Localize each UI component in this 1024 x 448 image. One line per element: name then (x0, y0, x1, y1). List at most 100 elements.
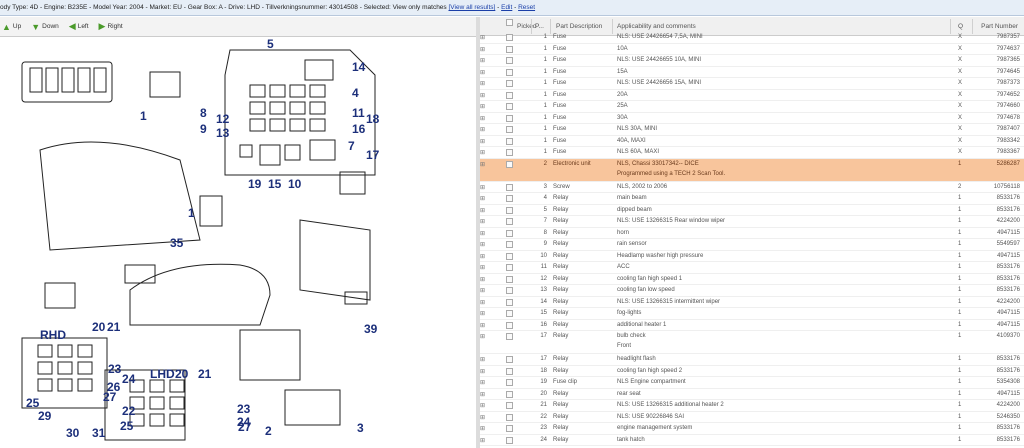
picked-checkbox[interactable] (506, 275, 513, 283)
table-row[interactable]: ⊞ 1 Fuse 20A X 7974652 (480, 90, 1024, 101)
expand-icon[interactable]: ⊞ (480, 368, 487, 375)
expand-icon[interactable]: ⊞ (480, 218, 487, 225)
view-all-results-link[interactable]: [View all results] (448, 4, 495, 11)
callout-label[interactable]: RHD (40, 328, 66, 342)
picked-checkbox[interactable] (506, 413, 513, 421)
picked-checkbox[interactable] (506, 321, 513, 329)
table-row[interactable]: ⊞ 3 Screw NLS, 2002 to 2006 2 10756118 (480, 182, 1024, 193)
right-button[interactable]: ▶ Right (99, 21, 123, 32)
callout-label[interactable]: LHD (150, 367, 175, 381)
table-row[interactable]: ⊞ 1 Fuse NLS 60A, MAXI X 7983367 (480, 147, 1024, 159)
picked-checkbox[interactable] (506, 390, 513, 398)
table-row[interactable]: ⊞ 7 Relay NLS: USE 13266315 Rear window wip… (480, 216, 1024, 228)
picked-checkbox[interactable] (506, 149, 513, 156)
picked-checkbox[interactable] (506, 57, 513, 64)
picked-checkbox[interactable] (506, 379, 513, 386)
up-button[interactable]: ▲ Up (2, 22, 21, 32)
table-row[interactable]: ⊞ 18 Relay cooling fan high speed 2 1 8533176 (480, 366, 1024, 377)
callout-label[interactable]: 1 (188, 206, 195, 220)
callout-label[interactable]: 35 (170, 236, 184, 250)
table-row[interactable]: ⊞ 17 Relay bulb check 1 4109370 Front (480, 331, 1024, 354)
callout-label[interactable]: 19 (248, 177, 262, 191)
picked-checkbox[interactable] (506, 298, 513, 306)
expand-icon[interactable]: ⊞ (480, 391, 487, 398)
header-position[interactable]: P... (535, 23, 544, 30)
expand-icon[interactable]: ⊞ (480, 184, 487, 191)
picked-checkbox[interactable] (506, 229, 513, 237)
expand-icon[interactable]: ⊞ (480, 195, 487, 202)
table-row[interactable]: ⊞ 22 Relay NLS: USE 90226846 SAI 1 5246350 (480, 412, 1024, 423)
table-row[interactable]: ⊞ 14 Relay NLS: USE 13266315 intermittent w… (480, 297, 1024, 308)
table-row[interactable]: ⊞ 1 Fuse NLS: USE 24426656 15A, MINI X 798737… (480, 78, 1024, 90)
expand-icon[interactable]: ⊞ (480, 80, 487, 87)
header-applicability[interactable]: Applicability and comments (617, 23, 696, 30)
table-row[interactable]: ⊞ 1 Fuse 15A X 7974645 (480, 67, 1024, 78)
expand-icon[interactable]: ⊞ (480, 425, 487, 432)
table-row[interactable]: ⊞ 2 Electronic unit NLS, Chassi 33017342-- … (480, 158, 1024, 182)
expand-icon[interactable]: ⊞ (480, 92, 487, 99)
header-part-number[interactable]: Part Number (981, 23, 1018, 30)
expand-icon[interactable]: ⊞ (480, 46, 487, 53)
table-row[interactable]: ⊞ 12 Relay cooling fan high speed 1 1 8533176 (480, 274, 1024, 285)
picked-checkbox[interactable] (506, 68, 513, 76)
expand-icon[interactable]: ⊞ (480, 437, 487, 444)
callout-label[interactable]: 3 (357, 421, 364, 435)
callout-label[interactable]: 1 (140, 109, 147, 123)
callout-label[interactable]: 27 (238, 420, 252, 434)
expand-icon[interactable]: ⊞ (480, 299, 487, 306)
callout-label[interactable]: 9 (200, 122, 207, 136)
expand-icon[interactable]: ⊞ (480, 161, 487, 168)
picked-checkbox[interactable] (506, 333, 513, 340)
expand-icon[interactable]: ⊞ (480, 287, 487, 294)
picked-checkbox[interactable] (506, 218, 513, 225)
table-row[interactable]: ⊞ 4 Relay main beam 1 8533176 (480, 193, 1024, 205)
expand-icon[interactable]: ⊞ (480, 138, 487, 145)
expand-icon[interactable]: ⊞ (480, 57, 487, 64)
expand-icon[interactable]: ⊞ (480, 207, 487, 214)
picked-checkbox[interactable] (506, 425, 513, 432)
table-row[interactable]: ⊞ 1 Fuse 10A X 7974637 (480, 44, 1024, 55)
expand-icon[interactable]: ⊞ (480, 253, 487, 260)
table-row[interactable]: ⊞ 11 Relay ACC 1 8533176 (480, 262, 1024, 274)
table-row[interactable]: ⊞ 15 Relay fog-lights 1 4947115 (480, 308, 1024, 320)
callout-label[interactable]: 5 (267, 37, 274, 51)
table-row[interactable]: ⊞ 19 Fuse clip NLS Engine compartment 1 53543… (480, 377, 1024, 389)
table-row[interactable]: ⊞ 13 Relay cooling fan low speed 1 8533176 (480, 285, 1024, 297)
callout-label[interactable]: 21 (107, 320, 121, 334)
expand-icon[interactable]: ⊞ (480, 379, 487, 386)
expand-icon[interactable]: ⊞ (480, 356, 487, 363)
table-row[interactable]: ⊞ 10 Relay Headlamp washer high pressure 1 49… (480, 251, 1024, 262)
table-row[interactable]: ⊞ 1 Fuse NLS: USE 24426655 10A, MINI X 798736… (480, 55, 1024, 67)
picked-checkbox[interactable] (506, 160, 513, 168)
picked-checkbox[interactable] (506, 183, 513, 191)
picked-checkbox[interactable] (506, 402, 513, 409)
callout-label[interactable]: 31 (92, 426, 106, 440)
expand-icon[interactable]: ⊞ (480, 34, 487, 41)
table-row[interactable]: ⊞ 1 Fuse 30A X 7974678 (480, 113, 1024, 124)
callout-label[interactable]: 25 (26, 396, 40, 410)
expand-icon[interactable]: ⊞ (480, 276, 487, 283)
callout-label[interactable]: 21 (198, 367, 212, 381)
picked-checkbox[interactable] (506, 436, 513, 444)
expand-icon[interactable]: ⊞ (480, 126, 487, 133)
header-part-description[interactable]: Part Description (556, 23, 602, 30)
picked-checkbox[interactable] (506, 264, 513, 271)
picked-checkbox[interactable] (506, 91, 513, 99)
callout-label[interactable]: 13 (216, 126, 230, 140)
callout-label[interactable]: 24 (122, 372, 136, 386)
expand-icon[interactable]: ⊞ (480, 69, 487, 76)
callout-label[interactable]: 27 (103, 390, 117, 404)
table-row[interactable]: ⊞ 1 Fuse NLS: USE 24426654 7,5A, MINI X 79873… (480, 32, 1024, 44)
table-row[interactable]: ⊞ 17 Relay headlight flash 1 8533176 (480, 354, 1024, 366)
table-row[interactable]: ⊞ 21 Relay NLS: USE 13266315 additional hea… (480, 400, 1024, 412)
reset-link[interactable]: Reset (518, 4, 535, 11)
callout-label[interactable]: 20 (175, 367, 189, 381)
callout-label[interactable]: 17 (366, 148, 380, 162)
picked-checkbox[interactable] (506, 80, 513, 87)
left-button[interactable]: ◀ Left (69, 21, 89, 32)
table-row[interactable]: ⊞ 9 Relay rain sensor 1 5549597 (480, 239, 1024, 251)
callout-label[interactable]: 29 (38, 409, 52, 423)
callout-label[interactable]: 4 (352, 86, 359, 100)
callout-label[interactable]: 18 (366, 112, 380, 126)
expand-icon[interactable]: ⊞ (480, 115, 487, 122)
